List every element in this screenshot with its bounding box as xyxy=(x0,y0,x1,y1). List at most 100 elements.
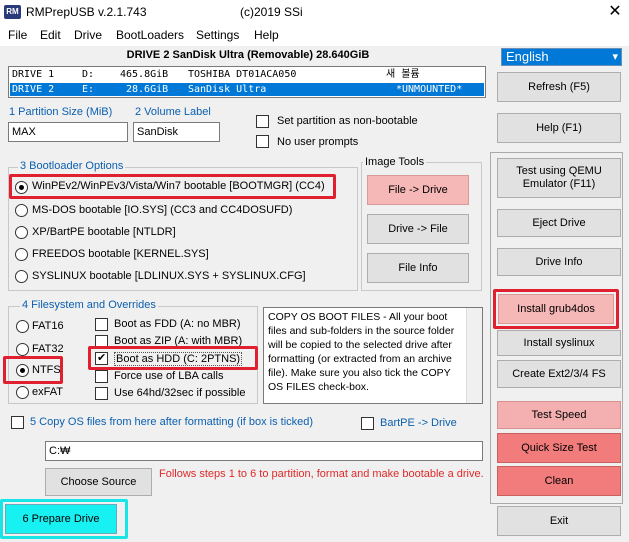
drive-size: 465.8GiB xyxy=(120,69,169,80)
boot-option-label: XP/BartPE bootable [NTLDR] xyxy=(32,226,176,238)
drive-model: TOSHIBA DT01ACA050 xyxy=(188,69,297,80)
override-checkbox[interactable] xyxy=(95,351,108,365)
fs-radio-fat16[interactable] xyxy=(16,320,29,333)
drive-row[interactable]: DRIVE 1 D: 465.8GiB TOSHIBA DT01ACA050 새… xyxy=(10,68,484,81)
copy-os-checkbox[interactable] xyxy=(11,416,24,429)
choose-source-button[interactable]: Choose Source xyxy=(45,468,152,496)
exit-button[interactable]: Exit xyxy=(497,506,621,536)
file-to-drive-button[interactable]: File -> Drive xyxy=(367,175,469,205)
drive-list[interactable]: DRIVE 1 D: 465.8GiB TOSHIBA DT01ACA050 새… xyxy=(8,66,486,98)
boot-option-radio[interactable] xyxy=(15,181,28,194)
install-grub4dos-label: Install grub4dos xyxy=(517,302,595,315)
eject-drive-button[interactable]: Eject Drive xyxy=(497,209,621,237)
menu-help[interactable]: Help xyxy=(252,28,281,42)
fs-radio-ntfs[interactable] xyxy=(16,364,29,377)
boot-option-label: FREEDOS bootable [KERNEL.SYS] xyxy=(32,248,209,260)
qemu-test-button[interactable]: Test using QEMU Emulator (F11) xyxy=(497,158,621,198)
volume-label-input[interactable]: SanDisk xyxy=(133,122,220,142)
eject-drive-label: Eject Drive xyxy=(532,216,586,229)
fs-radio-exfat[interactable] xyxy=(16,386,29,399)
test-speed-label: Test Speed xyxy=(531,408,587,421)
override-checkbox[interactable] xyxy=(95,370,108,383)
create-ext-button[interactable]: Create Ext2/3/4 FS xyxy=(497,360,621,388)
test-speed-button[interactable]: Test Speed xyxy=(497,401,621,429)
info-text: COPY OS BOOT FILES - All your boot files… xyxy=(268,311,455,393)
non-bootable-label: Set partition as non-bootable xyxy=(277,115,418,127)
source-path-input[interactable]: C:₩ xyxy=(45,441,483,461)
install-syslinux-button[interactable]: Install syslinux xyxy=(497,330,621,356)
fs-label-fat32: FAT32 xyxy=(32,343,64,355)
prepare-drive-label: 6 Prepare Drive xyxy=(22,512,100,525)
drive-name: DRIVE 1 xyxy=(12,69,55,80)
image-tools-title: Image Tools xyxy=(363,156,427,168)
title-bar: RM RMPrepUSB v.2.1.743 (c)2019 SSi ✕ xyxy=(0,0,629,26)
refresh-label: Refresh (F5) xyxy=(528,80,590,93)
refresh-button[interactable]: Refresh (F5) xyxy=(497,72,621,102)
clean-label: Clean xyxy=(544,474,574,487)
window-title: RMPrepUSB v.2.1.743 xyxy=(26,5,147,19)
boot-option-label: WinPEv2/WinPEv3/Vista/Win7 bootable [BOO… xyxy=(32,180,325,192)
drive-letter: D: xyxy=(82,69,95,80)
drive-size: 28.6GiB xyxy=(126,84,169,95)
menu-settings[interactable]: Settings xyxy=(194,28,241,42)
drive-name: DRIVE 2 xyxy=(12,84,55,95)
qemu-test-label: Test using QEMU Emulator (F11) xyxy=(516,165,602,190)
bootloader-group-title: 3 Bootloader Options xyxy=(18,160,126,172)
fs-label-ntfs: NTFS xyxy=(32,364,61,376)
boot-option-radio[interactable] xyxy=(15,248,28,261)
help-label: Help (F1) xyxy=(536,121,582,134)
close-icon[interactable]: ✕ xyxy=(604,2,626,22)
drive-info-button[interactable]: Drive Info xyxy=(497,248,621,276)
partition-size-input[interactable]: MAX xyxy=(8,122,128,142)
drive-model: SanDisk Ultra xyxy=(188,84,267,95)
file-info-button[interactable]: File Info xyxy=(367,253,469,283)
boot-option-label: MS-DOS bootable [IO.SYS] (CC3 and CC4DOS… xyxy=(32,204,293,216)
prepare-drive-button[interactable]: 6 Prepare Drive xyxy=(5,504,117,534)
boot-option-label: SYSLINUX bootable [LDLINUX.SYS + SYSLINU… xyxy=(32,270,306,282)
menu-edit[interactable]: Edit xyxy=(38,28,63,42)
fs-radio-fat32[interactable] xyxy=(16,343,29,356)
selected-drive-header: DRIVE 2 SanDisk Ultra (Removable) 28.640… xyxy=(126,49,370,61)
no-prompts-label: No user prompts xyxy=(277,136,359,148)
help-button[interactable]: Help (F1) xyxy=(497,113,621,143)
override-label: Boot as FDD (A: no MBR) xyxy=(114,318,241,330)
language-value: English xyxy=(506,49,549,64)
boot-option-radio[interactable] xyxy=(15,204,28,217)
exit-label: Exit xyxy=(549,514,569,527)
scrollbar[interactable] xyxy=(466,308,482,403)
language-select[interactable]: English ▾ xyxy=(501,48,622,66)
drive-to-file-label: Drive -> File xyxy=(388,222,448,235)
drive-row-selected[interactable]: DRIVE 2 E: 28.6GiB SanDisk Ultra *UNMOUN… xyxy=(10,83,484,96)
app-logo-icon: RM xyxy=(4,5,21,19)
override-checkbox[interactable] xyxy=(95,387,108,400)
fs-label-fat16: FAT16 xyxy=(32,320,64,332)
override-checkbox[interactable] xyxy=(95,318,108,331)
drive-letter: E: xyxy=(82,84,95,95)
fs-label-exfat: exFAT xyxy=(32,386,63,398)
drive-label: 새 볼륨 xyxy=(386,69,420,80)
steps-note: Follows steps 1 to 6 to partition, forma… xyxy=(159,468,484,480)
boot-option-radio[interactable] xyxy=(15,226,28,239)
quick-size-test-label: Quick Size Test xyxy=(521,441,597,454)
no-prompts-checkbox[interactable] xyxy=(256,135,269,148)
menu-drive[interactable]: Drive xyxy=(72,28,104,42)
clean-button[interactable]: Clean xyxy=(497,466,621,496)
info-text-box: COPY OS BOOT FILES - All your boot files… xyxy=(263,307,483,404)
override-label: Force use of LBA calls xyxy=(114,370,224,382)
drive-to-file-button[interactable]: Drive -> File xyxy=(367,214,469,244)
filesystem-group-title: 4 Filesystem and Overrides xyxy=(20,299,158,311)
file-info-label: File Info xyxy=(398,261,438,274)
override-label: Use 64hd/32sec if possible xyxy=(114,387,246,399)
quick-size-test-button[interactable]: Quick Size Test xyxy=(497,433,621,463)
non-bootable-checkbox[interactable] xyxy=(256,115,269,128)
file-to-drive-label: File -> Drive xyxy=(388,183,448,196)
boot-option-radio[interactable] xyxy=(15,270,28,283)
bartpe-checkbox[interactable] xyxy=(361,417,374,430)
install-grub4dos-button[interactable]: Install grub4dos xyxy=(498,294,614,324)
menu-file[interactable]: File xyxy=(6,28,29,42)
drive-info-label: Drive Info xyxy=(535,255,583,268)
drive-status: *UNMOUNTED* xyxy=(396,84,463,95)
menu-bootloaders[interactable]: BootLoaders xyxy=(114,28,186,42)
create-ext-label: Create Ext2/3/4 FS xyxy=(512,367,606,380)
chevron-down-icon: ▾ xyxy=(612,51,618,63)
